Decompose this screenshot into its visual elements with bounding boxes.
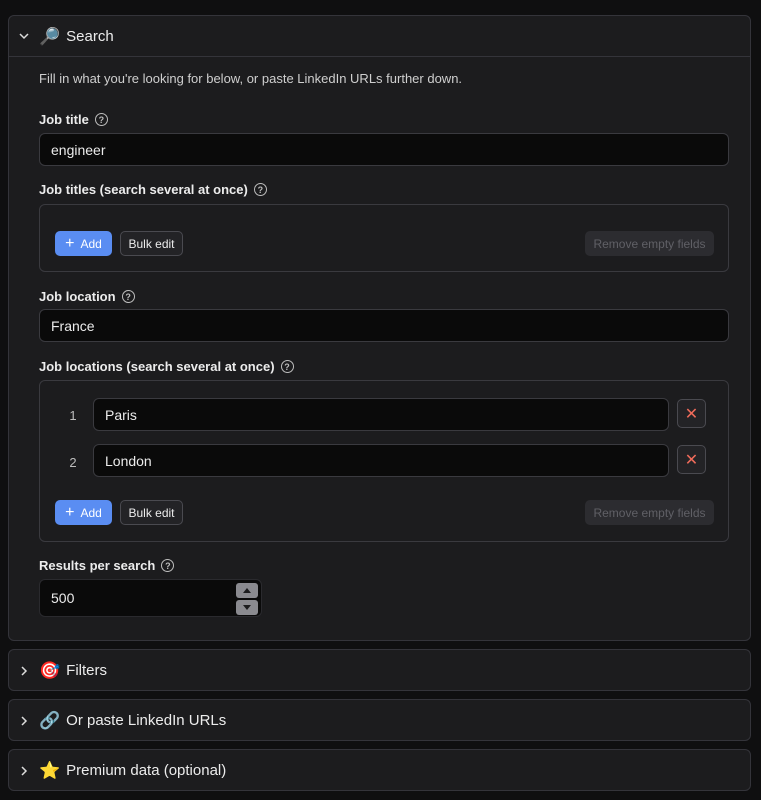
search-section: 🔎 Search Fill in what you're looking for… xyxy=(8,15,751,641)
job-title-label: Job title ? xyxy=(39,112,108,127)
increment-button[interactable] xyxy=(236,583,258,598)
link-icon: 🔗 xyxy=(39,711,61,730)
job-locations-multi-label: Job locations (search several at once) ? xyxy=(39,359,294,374)
target-icon: 🎯 xyxy=(39,661,61,680)
linkedin-urls-section: 🔗 Or paste LinkedIn URLs xyxy=(8,699,751,741)
chevron-right-icon xyxy=(19,665,29,676)
help-icon[interactable]: ? xyxy=(280,360,294,373)
premium-section-header[interactable]: ⭐ Premium data (optional) xyxy=(9,750,750,791)
job-titles-add-button[interactable]: + Add xyxy=(55,231,112,256)
search-hint: Fill in what you're looking for below, o… xyxy=(39,71,463,86)
caret-up-icon xyxy=(243,588,251,593)
linkedin-urls-section-header[interactable]: 🔗 Or paste LinkedIn URLs xyxy=(9,700,750,741)
close-icon: ✕ xyxy=(684,451,699,469)
filters-section: 🎯 Filters xyxy=(8,649,751,691)
remove-row-button[interactable]: ✕ xyxy=(677,445,706,474)
plus-icon: + xyxy=(65,503,75,521)
job-locations-multi-box: 1 Paris ✕ 2 London ✕ + Add Bulk edit Rem… xyxy=(39,380,729,542)
plus-icon: + xyxy=(65,234,75,252)
filters-section-header[interactable]: 🎯 Filters xyxy=(9,650,750,691)
job-location-row-input[interactable]: London xyxy=(93,444,669,477)
help-icon[interactable]: ? xyxy=(121,290,135,303)
job-location-input[interactable]: France xyxy=(39,309,729,342)
job-title-input[interactable]: engineer xyxy=(39,133,729,166)
star-icon: ⭐ xyxy=(39,761,61,780)
search-section-title: Search xyxy=(66,27,114,45)
row-index: 2 xyxy=(69,455,77,470)
job-locations-bulk-edit-button[interactable]: Bulk edit xyxy=(120,500,183,525)
help-icon[interactable]: ? xyxy=(94,113,108,126)
row-index: 1 xyxy=(69,408,77,423)
job-locations-add-button[interactable]: + Add xyxy=(55,500,112,525)
decrement-button[interactable] xyxy=(236,600,258,615)
job-location-row-input[interactable]: Paris xyxy=(93,398,669,431)
job-titles-multi-box: + Add Bulk edit Remove empty fields xyxy=(39,204,729,272)
chevron-right-icon xyxy=(19,765,29,776)
premium-section-title: Premium data (optional) xyxy=(66,762,227,779)
search-section-header[interactable]: 🔎 Search xyxy=(9,16,750,57)
linkedin-urls-section-title: Or paste LinkedIn URLs xyxy=(66,712,227,729)
results-per-search-label: Results per search ? xyxy=(39,558,175,573)
job-location-label: Job location ? xyxy=(39,289,135,304)
chevron-right-icon xyxy=(19,715,29,726)
job-titles-remove-empty-button[interactable]: Remove empty fields xyxy=(585,231,714,256)
job-titles-bulk-edit-button[interactable]: Bulk edit xyxy=(120,231,183,256)
job-locations-remove-empty-button[interactable]: Remove empty fields xyxy=(585,500,714,525)
quantity-stepper xyxy=(236,583,258,615)
magnifier-icon: 🔎 xyxy=(39,26,61,46)
remove-row-button[interactable]: ✕ xyxy=(677,399,706,428)
chevron-down-icon xyxy=(19,31,29,41)
filters-section-title: Filters xyxy=(66,662,108,679)
close-icon: ✕ xyxy=(684,405,699,423)
premium-section: ⭐ Premium data (optional) xyxy=(8,749,751,791)
help-icon[interactable]: ? xyxy=(161,559,175,572)
help-icon[interactable]: ? xyxy=(253,183,267,196)
results-per-search-input[interactable]: 500 xyxy=(39,579,262,617)
caret-down-icon xyxy=(243,605,251,610)
job-titles-multi-label: Job titles (search several at once) ? xyxy=(39,182,267,197)
